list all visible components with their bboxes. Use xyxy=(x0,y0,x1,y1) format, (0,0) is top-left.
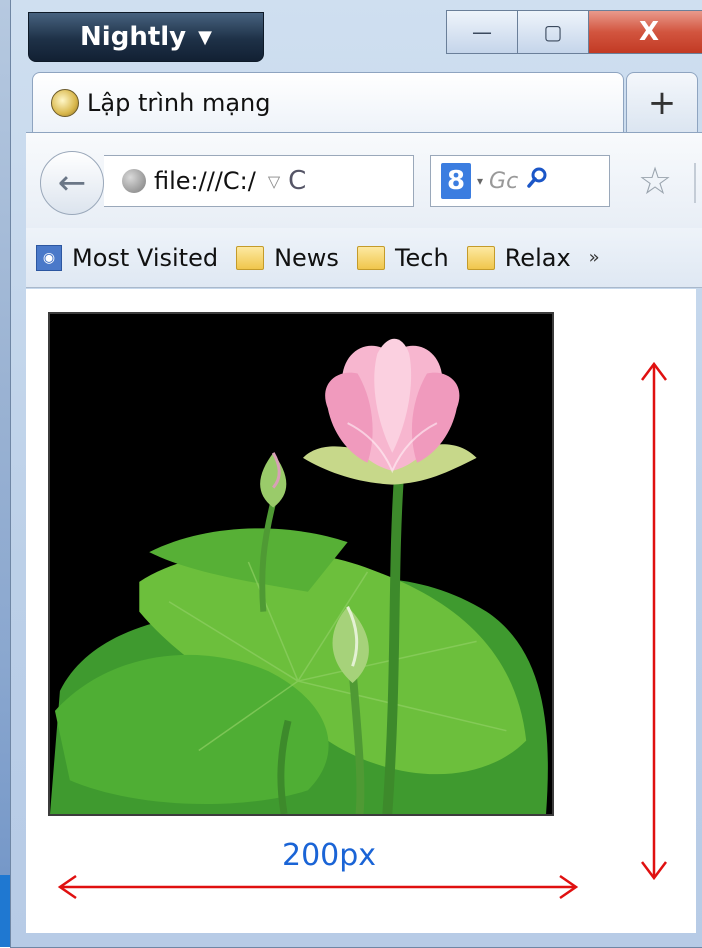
favicon-icon xyxy=(51,88,79,117)
url-text: file:///C:/ xyxy=(154,167,256,195)
navigation-toolbar: ← file:///C:/ ▽ C 8 ▾ Gc ☆ xyxy=(26,132,702,229)
close-button[interactable]: X xyxy=(589,10,702,54)
search-engine-dropdown-icon[interactable]: ▾ xyxy=(477,174,483,188)
chevron-down-icon: ▼ xyxy=(198,26,212,48)
bookmark-label: Most Visited xyxy=(72,243,219,272)
history-dropdown-icon[interactable]: ▽ xyxy=(268,172,280,191)
tab-active[interactable]: Lập trình mạng xyxy=(32,72,624,132)
bookmark-most-visited[interactable]: ◉ Most Visited xyxy=(36,244,226,272)
toolbar-separator xyxy=(694,163,696,203)
nightly-menu-button[interactable]: Nightly ▼ xyxy=(28,12,264,62)
most-visited-icon: ◉ xyxy=(36,244,62,271)
new-tab-button[interactable]: + xyxy=(626,72,698,133)
folder-icon xyxy=(236,245,265,270)
width-label: 200px xyxy=(282,838,377,873)
maximize-button[interactable]: ▢ xyxy=(518,10,589,54)
folder-icon xyxy=(466,245,495,270)
back-button[interactable]: ← xyxy=(40,151,104,215)
nightly-label: Nightly xyxy=(80,22,187,52)
reload-icon[interactable]: C xyxy=(288,166,306,196)
search-bar[interactable]: 8 ▾ Gc xyxy=(430,155,610,207)
bookmark-star-icon[interactable]: ☆ xyxy=(638,159,672,203)
window-controls: — ▢ X xyxy=(446,10,702,54)
lotus-image xyxy=(48,312,554,816)
bookmarks-toolbar: ◉ Most Visited News Tech Relax » xyxy=(26,228,702,288)
bookmark-label: News xyxy=(274,243,339,272)
folder-icon xyxy=(356,245,385,270)
bookmarks-overflow-button[interactable]: » xyxy=(589,247,600,268)
bookmark-label: Tech xyxy=(394,243,449,272)
bookmark-tech[interactable]: Tech xyxy=(356,243,457,272)
bookmark-news[interactable]: News xyxy=(236,244,347,272)
address-bar[interactable]: file:///C:/ ▽ C xyxy=(104,155,414,207)
back-arrow-icon: ← xyxy=(57,163,87,203)
bookmark-label: Relax xyxy=(504,243,571,272)
google-icon[interactable]: 8 xyxy=(441,163,471,199)
globe-icon xyxy=(122,169,146,193)
bookmark-relax[interactable]: Relax xyxy=(466,243,579,272)
search-input[interactable]: Gc xyxy=(489,169,518,194)
search-icon[interactable] xyxy=(526,167,548,195)
tab-title: Lập trình mạng xyxy=(87,88,271,117)
minimize-button[interactable]: — xyxy=(446,10,518,54)
